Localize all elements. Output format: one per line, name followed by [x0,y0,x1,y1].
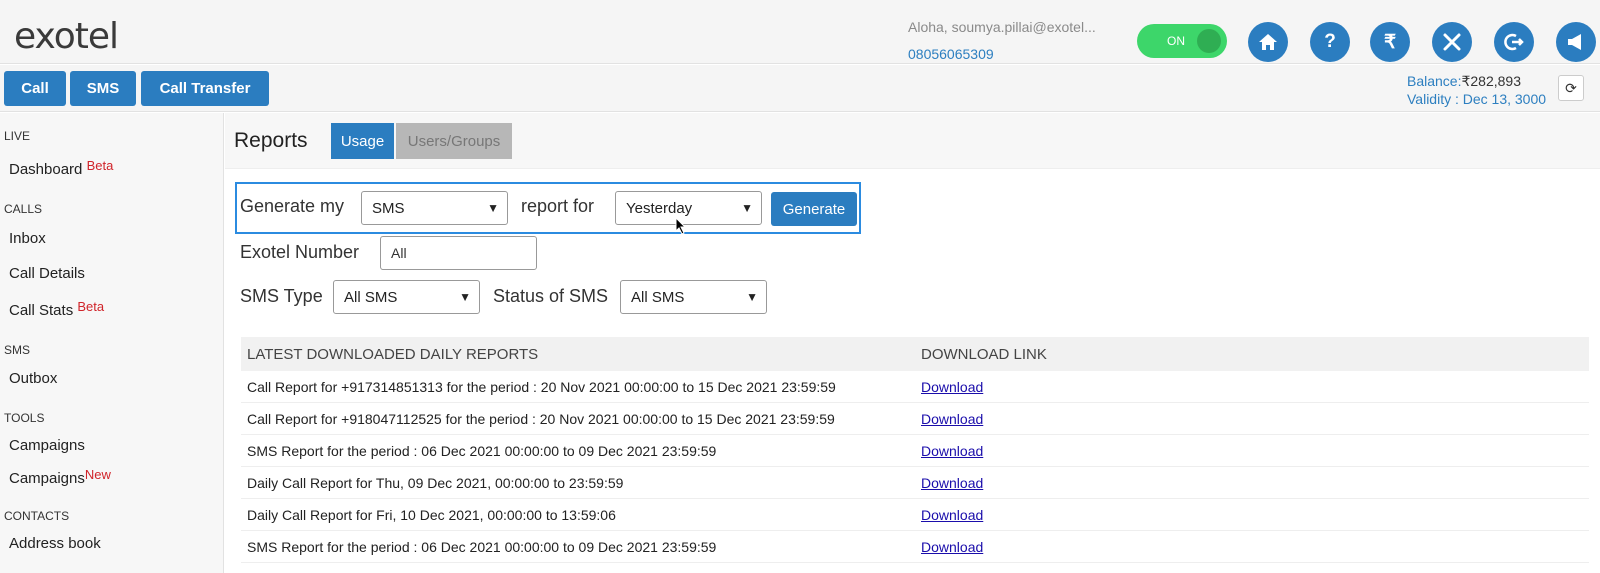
chevron-down-icon: ▼ [746,290,758,304]
header: exotel Aloha, soumya.pillai@exotel... 08… [0,0,1600,64]
report-for-label: report for [521,196,595,216]
sidebar-item-label: Campaigns [9,470,85,487]
sidebar: LIVE Dashboard Beta CALLS Inbox Call Det… [0,113,224,573]
sidebar-item-label: Dashboard [9,161,83,178]
beta-badge: Beta [86,158,114,173]
period-value: Yesterday [626,199,693,217]
user-greeting: Aloha, soumya.pillai@exotel... [908,19,1096,35]
beta-badge: Beta [77,299,105,314]
sms-status-value: All SMS [631,288,685,306]
tools-icon[interactable] [1432,22,1472,62]
sidebar-item-campaigns-new[interactable]: CampaignsNew [9,467,111,487]
sms-status-label: Status of SMS [493,286,609,306]
toggle-label: ON [1167,34,1185,48]
validity: Validity : Dec 13, 3000 [1407,91,1547,107]
logout-icon[interactable] [1494,22,1534,62]
download-link[interactable]: Download [921,539,983,555]
mouse-cursor-icon [675,217,687,235]
sidebar-item-outbox[interactable]: Outbox [9,370,57,387]
new-badge: New [84,467,111,482]
report-name: Daily Call Report for Fri, 10 Dec 2021, … [247,506,616,523]
exotel-logo[interactable]: exotel [14,16,119,57]
toggle-knob [1197,29,1221,53]
home-icon[interactable] [1248,22,1288,62]
table-row: SMS Report for the period : 06 Dec 2021 … [241,531,1589,563]
sidebar-item-campaigns[interactable]: Campaigns [9,437,85,454]
exotel-number-label: Exotel Number [240,242,360,262]
sidebar-item-inbox[interactable]: Inbox [9,230,46,247]
announcement-icon[interactable] [1556,22,1596,62]
period-select[interactable]: Yesterday ▼ [615,191,762,225]
report-type-select[interactable]: SMS ▼ [361,191,508,225]
balance-value: ₹282,893 [1461,73,1521,89]
report-name: Call Report for +918047112525 for the pe… [247,410,835,427]
generate-my-label: Generate my [240,196,345,216]
sms-type-value: All SMS [344,288,398,306]
call-button[interactable]: Call [4,71,66,106]
report-name: SMS Report for the period : 06 Dec 2021 … [247,442,717,459]
sidebar-item-label: Call Stats [9,302,74,319]
sidebar-item-call-details[interactable]: Call Details [9,265,85,282]
sms-button[interactable]: SMS [70,71,136,106]
sidebar-section-tools: TOOLS [4,411,45,425]
report-name: SMS Report for the period : 06 Dec 2021 … [247,538,717,555]
report-name: Call Report for +917314851313 for the pe… [247,378,836,395]
sms-type-label: SMS Type [240,286,323,306]
sms-type-select[interactable]: All SMS ▼ [333,280,480,314]
refresh-icon[interactable]: ⟳ [1558,75,1584,101]
table-row: Call Report for +918047112525 for the pe… [241,403,1589,435]
download-link[interactable]: Download [921,379,983,395]
reports-header: Reports Usage Users/Groups [225,113,1600,169]
sidebar-item-call-stats[interactable]: Call Stats Beta [9,299,104,319]
download-link[interactable]: Download [921,507,983,523]
user-phone: 08056065309 [908,46,994,62]
sidebar-section-contacts: CONTACTS [4,509,70,523]
report-type-value: SMS [372,199,405,217]
tab-users-groups[interactable]: Users/Groups [396,123,512,159]
help-icon[interactable]: ? [1310,22,1350,62]
column-header-download: DOWNLOAD LINK [921,345,1047,363]
sidebar-section-live: LIVE [4,129,31,143]
page-title: Reports [234,129,308,152]
sidebar-item-address-book[interactable]: Address book [9,535,101,552]
reports-table: LATEST DOWNLOADED DAILY REPORTS DOWNLOAD… [241,337,1589,563]
generate-button[interactable]: Generate [771,192,857,226]
balance-label: Balance: [1407,73,1462,89]
download-link[interactable]: Download [921,443,983,459]
column-header-report: LATEST DOWNLOADED DAILY REPORTS [247,345,539,363]
table-row: SMS Report for the period : 06 Dec 2021 … [241,435,1589,467]
table-header: LATEST DOWNLOADED DAILY REPORTS DOWNLOAD… [241,337,1589,371]
table-row: Daily Call Report for Fri, 10 Dec 2021, … [241,499,1589,531]
table-row: Daily Call Report for Thu, 09 Dec 2021, … [241,467,1589,499]
call-transfer-button[interactable]: Call Transfer [141,71,269,106]
balance-info: Balance:₹282,893 Validity : Dec 13, 3000 [1407,72,1546,108]
sidebar-section-calls: CALLS [4,202,43,216]
download-link[interactable]: Download [921,475,983,491]
report-name: Daily Call Report for Thu, 09 Dec 2021, … [247,474,624,491]
status-toggle[interactable]: ON [1137,24,1227,58]
exotel-number-field[interactable]: All [380,236,537,270]
sidebar-section-sms: SMS [4,343,31,357]
chevron-down-icon: ▼ [487,201,499,215]
rupee-icon[interactable]: ₹ [1370,22,1410,62]
download-link[interactable]: Download [921,411,983,427]
logo-text: exotel [14,16,119,57]
action-bar: Call SMS Call Transfer Balance:₹282,893 … [0,65,1600,112]
sidebar-item-dashboard[interactable]: Dashboard Beta [9,158,113,178]
chevron-down-icon: ▼ [741,201,753,215]
chevron-down-icon: ▼ [459,290,471,304]
sms-status-select[interactable]: All SMS ▼ [620,280,767,314]
tab-usage[interactable]: Usage [331,123,394,159]
table-row: Call Report for +917314851313 for the pe… [241,371,1589,403]
